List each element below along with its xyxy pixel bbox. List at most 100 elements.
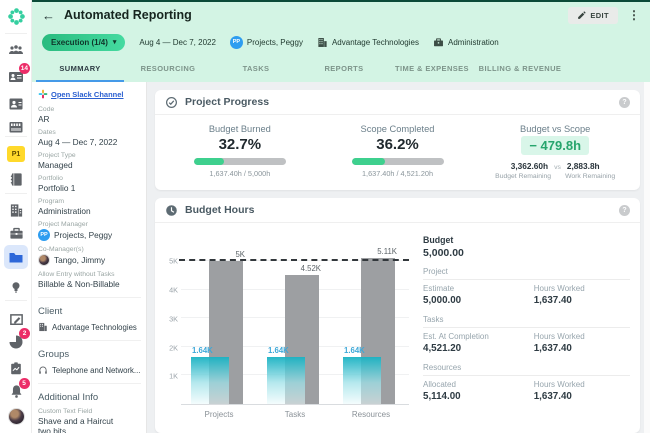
budget-vs-scope-metric: Budget vs Scope − 479.8h 3,362.60h vs 2,… bbox=[495, 124, 616, 180]
x-axis-label: Resources bbox=[351, 410, 391, 419]
bar-value-label: 5.11K bbox=[377, 247, 397, 257]
sidebar-item-ideas[interactable] bbox=[0, 278, 32, 296]
budget-burned-progressbar bbox=[193, 158, 286, 165]
tab-resourcing[interactable]: RESOURCING bbox=[124, 56, 212, 82]
chart-plot: 5K 1.64K Projects 4.52K 1.64K Tasks 5.11… bbox=[179, 247, 409, 419]
budget-card-body: 1K 2K 3K 4K 5K 5K 1.64K Projects 4.52K 1.64K… bbox=[155, 223, 640, 433]
program-chip[interactable]: Administration bbox=[433, 37, 499, 48]
stage-dropdown[interactable]: Execution (1/4) ▾ bbox=[42, 33, 126, 51]
sidebar-item-contacts[interactable] bbox=[0, 95, 32, 113]
tab-summary[interactable]: SUMMARY bbox=[36, 56, 124, 82]
sidebar-item-dashboards[interactable]: 2 bbox=[0, 328, 32, 351]
chart-edit-icon bbox=[9, 313, 23, 325]
resources-hours-worked-bar[interactable]: 1.64K bbox=[343, 346, 381, 404]
sidebar-item-team[interactable] bbox=[0, 42, 32, 60]
budget-label: Budget bbox=[423, 235, 454, 245]
scope-completed-metric: Scope Completed 36.2% 1,637.40h / 4,521.… bbox=[319, 124, 477, 180]
invites-badge: 14 bbox=[18, 63, 30, 74]
budget-remaining-value: 3,362.60h bbox=[510, 161, 549, 171]
help-icon[interactable]: ? bbox=[619, 96, 630, 108]
bar-value-label: 1.64K bbox=[268, 346, 289, 356]
folder-icon bbox=[9, 253, 23, 263]
budget-vs-scope-value: − 479.8h bbox=[521, 136, 590, 155]
tasks-est-at-completion-value: 4,521.20 bbox=[423, 343, 462, 354]
client-name: Advantage Technologies bbox=[331, 37, 419, 47]
sidebar-item-programs[interactable] bbox=[0, 224, 32, 242]
co-manager-row[interactable]: Tango, Jimmy bbox=[38, 254, 141, 266]
client-row[interactable]: Advantage Technologies bbox=[38, 322, 141, 332]
bar-value-label: 4.52K bbox=[300, 263, 321, 273]
custom-field-value-line2: two bits bbox=[38, 426, 67, 433]
budget-hours-card: Budget Hours ? 1K 2K 3K 4K 5K 5K 1.64K Proje… bbox=[155, 198, 640, 433]
edit-button[interactable]: EDIT bbox=[568, 6, 618, 24]
manager-avatar: PP bbox=[38, 229, 50, 241]
bar-group-projects: 5K 1.64K Projects bbox=[191, 247, 247, 419]
chevron-down-icon: ▾ bbox=[112, 39, 117, 46]
resources-hours-worked-value: 1,637.40 bbox=[533, 391, 572, 402]
help-icon[interactable]: ? bbox=[619, 204, 630, 216]
sidebar-item-schedule[interactable] bbox=[0, 118, 32, 136]
sidebar-item-project-p1[interactable]: P1 bbox=[0, 145, 32, 163]
custom-field-value-line1: Shave and a Haircut bbox=[38, 416, 114, 426]
progress-card-body: Budget Burned 32.7% 1,637.40h / 5,000h S… bbox=[155, 115, 640, 190]
avaza-logo-icon bbox=[7, 7, 25, 25]
groups-section-title: Groups bbox=[38, 340, 141, 360]
sidebar-item-notifications[interactable]: 5 bbox=[0, 377, 32, 400]
co-manager-label: Co-Manager(s) bbox=[38, 246, 84, 253]
project-manager-chip[interactable]: PP Projects, Peggy bbox=[229, 35, 303, 49]
project-meta-row: Execution (1/4) ▾ Aug 4 — Dec 7, 2022 PP… bbox=[32, 31, 650, 53]
tab-billing-revenue[interactable]: BILLING & REVENUE bbox=[476, 56, 564, 82]
scroll-gutter[interactable] bbox=[644, 82, 650, 433]
progress-check-icon bbox=[166, 96, 177, 108]
budget-hours-chart: 1K 2K 3K 4K 5K 5K 1.64K Projects 4.52K 1.64K… bbox=[161, 247, 409, 433]
project-stats-section: Project Estimate 5,000.00 Hours Worked 1,6… bbox=[423, 267, 630, 306]
x-axis-label: Projects bbox=[204, 410, 234, 419]
manager-avatar: PP bbox=[229, 35, 243, 49]
tab-reports[interactable]: REPORTS bbox=[300, 56, 388, 82]
scope-completed-progressbar bbox=[351, 158, 444, 165]
comparison-captions: Budget Remaining Work Remaining bbox=[495, 173, 616, 180]
title-row: ← Automated Reporting EDIT ⋮ bbox=[32, 2, 650, 28]
field-project-type: Project Type Managed bbox=[38, 152, 76, 170]
contact-folder-icon bbox=[9, 98, 23, 110]
project-manager-row[interactable]: PP Projects, Peggy bbox=[38, 229, 141, 241]
bar-value-label: 1.64K bbox=[344, 346, 365, 356]
resources-allocated-value: 5,114.00 bbox=[423, 391, 461, 402]
project-hours-worked-bar[interactable]: 1.64K bbox=[191, 346, 229, 404]
app-logo[interactable] bbox=[0, 7, 32, 25]
allow-entry-value: Billable & Non-Billable bbox=[38, 279, 120, 289]
sidebar-item-projects-active[interactable] bbox=[0, 245, 32, 269]
sidebar-item-profile[interactable] bbox=[0, 407, 32, 425]
client-chip[interactable]: Advantage Technologies bbox=[317, 37, 419, 48]
bar-group-resources: 5.11K 1.64K Resources bbox=[343, 247, 399, 419]
tasks-hours-worked-bar[interactable]: 1.64K bbox=[267, 346, 305, 404]
notifications-badge: 5 bbox=[18, 377, 30, 389]
project-manager-label: Project Manager bbox=[38, 221, 88, 228]
sidebar-item-companies[interactable] bbox=[0, 201, 32, 219]
sidebar-item-notebook[interactable] bbox=[0, 170, 32, 188]
dashboards-badge: 2 bbox=[19, 328, 30, 339]
field-program: Program Administration bbox=[38, 198, 91, 216]
progress-card-header: Project Progress ? bbox=[155, 90, 640, 115]
field-dates: Dates Aug 4 — Dec 7, 2022 bbox=[38, 129, 118, 147]
more-menu-icon[interactable]: ⋮ bbox=[628, 8, 640, 22]
custom-field-label: Custom Text Field bbox=[38, 408, 93, 415]
sidebar-item-reports[interactable] bbox=[0, 359, 32, 377]
date-range: Aug 4 — Dec 7, 2022 bbox=[139, 37, 216, 47]
tab-time-expenses[interactable]: TIME & EXPENSES bbox=[388, 56, 476, 82]
sidebar-item-timesheets[interactable] bbox=[0, 310, 32, 328]
allow-entry-label: Allow Entry without Tasks bbox=[38, 271, 115, 278]
group-row[interactable]: Telephone and Network... bbox=[38, 365, 141, 375]
sidebar-item-invites[interactable]: 14 bbox=[0, 63, 32, 86]
field-portfolio: Portfolio Portfolio 1 bbox=[38, 175, 76, 193]
open-slack-channel-link[interactable]: Open Slack Channel bbox=[51, 90, 124, 99]
edit-button-label: EDIT bbox=[590, 10, 609, 20]
budget-stats-panel: Budget 5,000.00 Project Estimate 5,000.00… bbox=[409, 233, 630, 433]
summary-main: Project Progress ? Budget Burned 32.7% 1… bbox=[147, 82, 650, 433]
app-sidebar: 14 P1 2 5 bbox=[0, 0, 32, 433]
lightbulb-icon bbox=[12, 281, 20, 293]
tab-tasks[interactable]: TASKS bbox=[212, 56, 300, 82]
back-icon[interactable]: ← bbox=[42, 9, 55, 22]
co-manager-avatar bbox=[38, 254, 50, 266]
tasks-hours-worked-value: 1,637.40 bbox=[533, 343, 572, 354]
